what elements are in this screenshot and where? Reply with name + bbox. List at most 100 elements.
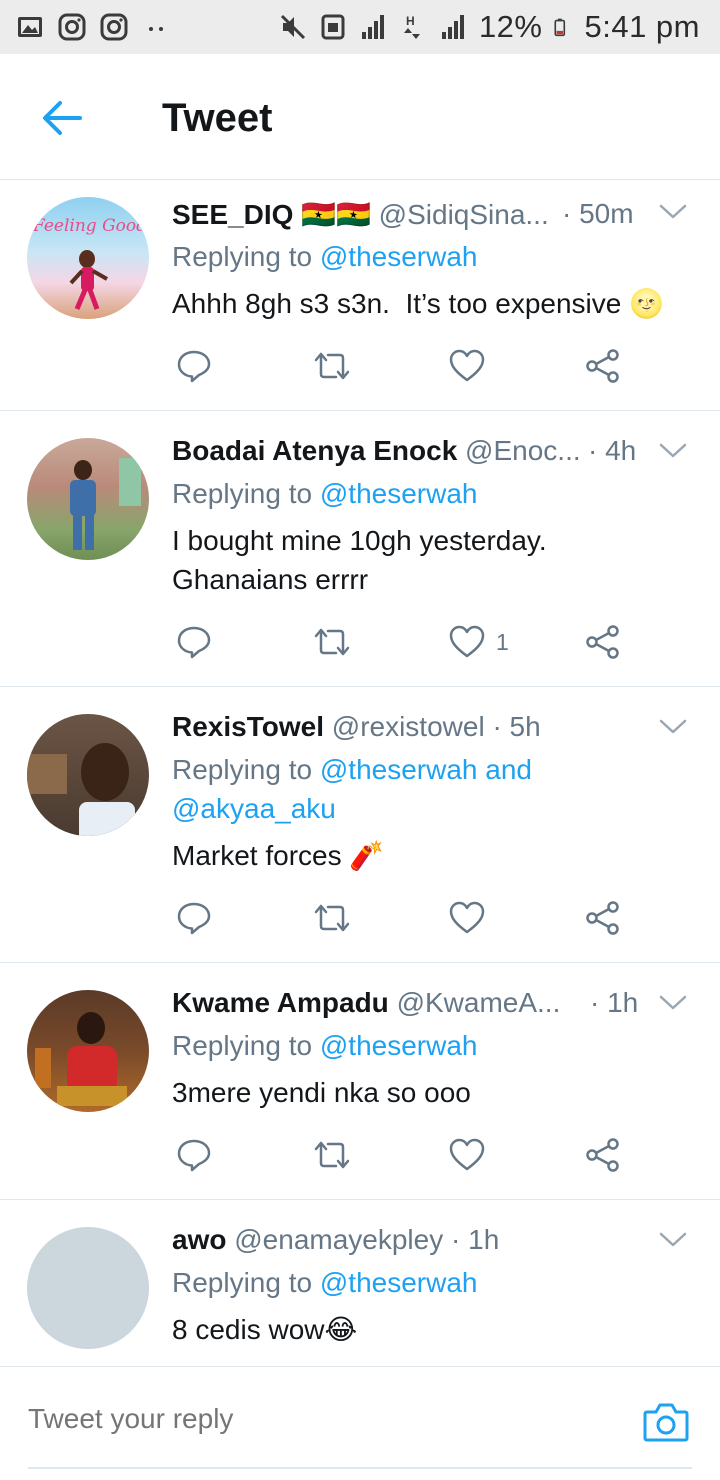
tweet-text: Ahhh 8gh s3 s3n. It’s too expensive 🌝 bbox=[172, 288, 664, 319]
battery-icon bbox=[554, 18, 566, 37]
replying-to-label: Replying to bbox=[172, 241, 320, 272]
reply-icon bbox=[177, 902, 211, 935]
chevron-down-icon[interactable] bbox=[658, 717, 688, 737]
data-saver-icon bbox=[321, 14, 345, 40]
reply-icon bbox=[177, 350, 211, 383]
avatar-image bbox=[70, 458, 141, 550]
avatar[interactable]: Feeling Good bbox=[27, 197, 149, 319]
tweet-item[interactable]: Boadai Atenya Enock @Enoc... · 4h Replyi… bbox=[0, 411, 720, 687]
avatar[interactable] bbox=[27, 1227, 149, 1349]
status-bar-left bbox=[16, 10, 170, 44]
mention-link[interactable]: @theserwah bbox=[320, 478, 478, 509]
tweet-time: · 1h bbox=[590, 987, 639, 1018]
user-handle[interactable]: @rexistowel bbox=[332, 711, 485, 742]
display-name[interactable]: awo bbox=[172, 1224, 226, 1255]
display-name[interactable]: Boadai Atenya Enock bbox=[172, 435, 457, 466]
tweet-actions bbox=[172, 1135, 672, 1175]
mention-link[interactable]: @theserwah bbox=[320, 1030, 478, 1061]
tweet-text: 8 cedis wow😂 bbox=[172, 1314, 358, 1345]
display-name[interactable]: RexisTowel bbox=[172, 711, 324, 742]
avatar-image: Feeling Good bbox=[32, 216, 147, 310]
avatar[interactable] bbox=[27, 438, 149, 560]
arrow-left-icon[interactable] bbox=[40, 98, 84, 138]
share-button[interactable] bbox=[584, 898, 622, 938]
tweet-item[interactable]: RexisTowel @rexistowel · 5h Replying to … bbox=[0, 687, 720, 963]
tweet-header: Boadai Atenya Enock @Enoc... bbox=[172, 435, 581, 475]
share-button[interactable] bbox=[584, 346, 622, 386]
tweet-time: · 4h bbox=[588, 435, 637, 466]
reply-button[interactable] bbox=[176, 346, 212, 386]
page-title: Tweet bbox=[162, 96, 273, 140]
like-button[interactable] bbox=[448, 346, 496, 386]
user-handle[interactable]: @enamayekpley bbox=[234, 1224, 443, 1255]
tweet-header: RexisTowel @rexistowel · 5h bbox=[172, 711, 541, 751]
replying-to: Replying to @theserwah bbox=[172, 1263, 477, 1302]
tweet-item[interactable]: awo @enamayekpley · 1h Replying to @thes… bbox=[0, 1200, 720, 1366]
avatar[interactable] bbox=[27, 714, 149, 836]
avatar-lettering: Feeling Good bbox=[32, 216, 147, 236]
chevron-down-icon[interactable] bbox=[658, 441, 688, 461]
tweet-header: awo @enamayekpley · 1h bbox=[172, 1224, 499, 1264]
mention-link[interactable]: @theserwah bbox=[320, 241, 478, 272]
user-handle[interactable]: @Enoc... bbox=[465, 435, 581, 466]
like-button[interactable] bbox=[448, 898, 496, 938]
tweet-time: · 5h bbox=[492, 711, 541, 742]
status-bar-right: H 12% 5:41 pm bbox=[279, 6, 700, 48]
retweet-button[interactable] bbox=[312, 1135, 352, 1175]
chevron-down-icon[interactable] bbox=[658, 1230, 688, 1250]
retweet-icon bbox=[314, 628, 350, 656]
clock: 5:41 pm bbox=[584, 9, 700, 44]
more-dots-icon bbox=[149, 27, 163, 31]
retweet-button[interactable] bbox=[312, 898, 352, 938]
like-button[interactable]: 1 bbox=[448, 622, 509, 662]
tweet-text: I bought mine 10gh yesterday. Ghanaians … bbox=[172, 525, 547, 595]
display-name[interactable]: SEE_DIQ 🇬🇭🇬🇭 bbox=[172, 199, 371, 230]
signal-icon bbox=[441, 15, 464, 39]
instagram-icon bbox=[100, 13, 128, 41]
avatar-image bbox=[35, 1012, 127, 1106]
tweet-actions bbox=[172, 898, 672, 938]
battery-percent: 12% bbox=[478, 9, 543, 44]
retweet-icon bbox=[314, 352, 350, 380]
tweet-header: Kwame Ampadu @KwameA... bbox=[172, 987, 560, 1027]
status-bar: H 12% 5:41 pm bbox=[0, 0, 720, 54]
reply-button[interactable] bbox=[176, 1135, 212, 1175]
share-button[interactable] bbox=[584, 622, 622, 662]
user-handle[interactable]: @KwameA... bbox=[397, 987, 561, 1018]
share-icon bbox=[586, 349, 619, 383]
heart-icon bbox=[449, 1138, 485, 1171]
reply-icon bbox=[177, 626, 211, 659]
reply-button[interactable] bbox=[176, 622, 212, 662]
user-handle[interactable]: @SidiqSina... bbox=[379, 199, 549, 230]
chevron-down-icon[interactable] bbox=[658, 202, 688, 222]
retweet-button[interactable] bbox=[312, 346, 352, 386]
avatar[interactable] bbox=[27, 990, 149, 1112]
tweet-actions bbox=[172, 346, 672, 386]
tweet-item[interactable]: Kwame Ampadu @KwameA... · 1h Replying to… bbox=[0, 963, 720, 1200]
share-icon bbox=[586, 1138, 619, 1172]
replying-to-label: Replying to bbox=[172, 1267, 320, 1298]
mention-link[interactable]: @theserwah bbox=[320, 1267, 478, 1298]
tweet-item[interactable]: Feeling Good SEE_DIQ 🇬🇭🇬🇭 @SidiqSina... … bbox=[0, 180, 720, 411]
replying-to: Replying to @theserwah bbox=[172, 237, 477, 276]
like-button[interactable] bbox=[448, 1135, 496, 1175]
camera-icon[interactable] bbox=[642, 1400, 690, 1444]
share-button[interactable] bbox=[584, 1135, 622, 1175]
reply-input[interactable] bbox=[28, 1403, 588, 1435]
tweet-time: · 1h bbox=[451, 1224, 500, 1255]
retweet-button[interactable] bbox=[312, 622, 352, 662]
share-icon bbox=[586, 625, 619, 659]
signal-icon bbox=[361, 15, 384, 39]
chevron-down-icon[interactable] bbox=[658, 993, 688, 1013]
instagram-icon bbox=[58, 13, 86, 41]
tweet-header: SEE_DIQ 🇬🇭🇬🇭 @SidiqSina... bbox=[172, 198, 549, 238]
tweet-actions: 1 bbox=[172, 622, 672, 662]
heart-icon bbox=[449, 625, 485, 658]
heart-icon bbox=[449, 901, 485, 934]
replying-to: Replying to @theserwah and @akyaa_aku bbox=[172, 750, 532, 828]
reply-input-underline bbox=[28, 1467, 692, 1469]
display-name[interactable]: Kwame Ampadu bbox=[172, 987, 389, 1018]
replying-to-label: Replying to bbox=[172, 478, 320, 509]
replying-to-label: Replying to bbox=[172, 1030, 320, 1061]
reply-button[interactable] bbox=[176, 898, 212, 938]
